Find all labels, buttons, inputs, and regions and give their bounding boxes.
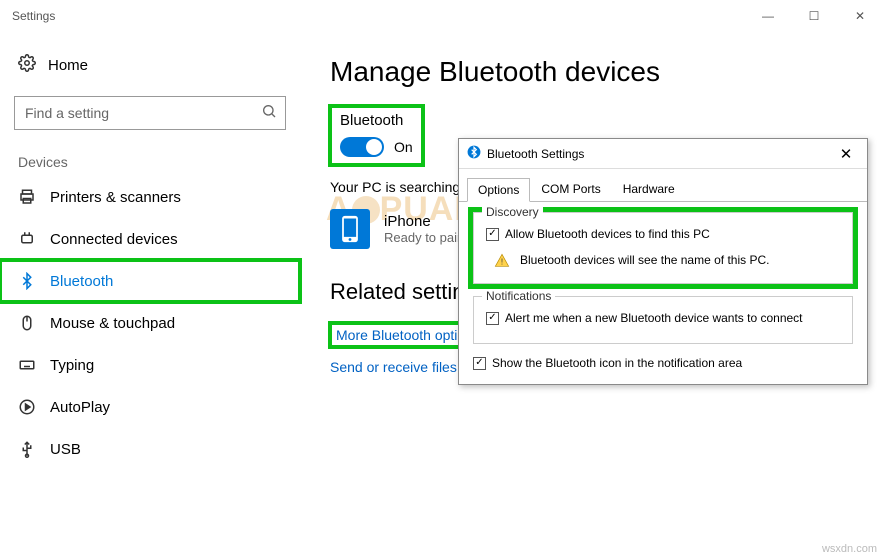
alert-new-device-label: Alert me when a new Bluetooth device wan…	[505, 311, 803, 325]
bluetooth-settings-dialog: Bluetooth Settings ✕ Options COM Ports H…	[458, 138, 868, 385]
search-box[interactable]	[14, 96, 286, 130]
svg-text:!: !	[501, 257, 503, 266]
window-controls: — ☐ ✕	[745, 0, 883, 32]
dialog-tabs: Options COM Ports Hardware	[459, 169, 867, 202]
bluetooth-toggle-group: Bluetooth On	[330, 106, 423, 165]
checkbox-icon: ✓	[486, 312, 499, 325]
notifications-legend: Notifications	[482, 289, 555, 303]
watermark-text: wsxdn.com	[822, 543, 877, 555]
nav-autoplay[interactable]: AutoPlay	[0, 386, 300, 428]
gear-icon	[18, 54, 36, 76]
minimize-button[interactable]: —	[745, 0, 791, 32]
nav-label: Connected devices	[50, 231, 178, 248]
bluetooth-state: On	[394, 139, 413, 155]
nav-connected-devices[interactable]: Connected devices	[0, 218, 300, 260]
home-row[interactable]: Home	[0, 44, 300, 86]
bluetooth-label: Bluetooth	[340, 112, 413, 129]
device-name: iPhone	[384, 213, 461, 230]
nav-label: Printers & scanners	[50, 189, 181, 206]
plug-icon	[18, 230, 36, 248]
nav-label: AutoPlay	[50, 399, 110, 416]
checkbox-icon: ✓	[486, 228, 499, 241]
allow-discovery-checkbox[interactable]: ✓ Allow Bluetooth devices to find this P…	[486, 227, 840, 241]
left-nav: Home Devices Printers & scanners Connect…	[0, 32, 300, 482]
keyboard-icon	[18, 356, 36, 374]
close-button[interactable]: ✕	[837, 0, 883, 32]
usb-icon	[18, 440, 36, 458]
show-tray-icon-label: Show the Bluetooth icon in the notificat…	[492, 356, 742, 370]
page-title: Manage Bluetooth devices	[330, 56, 873, 88]
discovery-warning-text: Bluetooth devices will see the name of t…	[520, 253, 769, 267]
tab-options[interactable]: Options	[467, 178, 530, 202]
tab-hardware[interactable]: Hardware	[612, 177, 686, 201]
show-tray-icon-checkbox[interactable]: ✓ Show the Bluetooth icon in the notific…	[473, 356, 853, 370]
printer-icon	[18, 188, 36, 206]
discovery-group: Discovery ✓ Allow Bluetooth devices to f…	[473, 212, 853, 284]
nav-typing[interactable]: Typing	[0, 344, 300, 386]
bluetooth-toggle[interactable]	[340, 137, 384, 157]
device-status: Ready to pair	[384, 230, 461, 245]
dialog-title: Bluetooth Settings	[487, 147, 584, 161]
window-title: Settings	[12, 9, 55, 23]
nav-printers[interactable]: Printers & scanners	[0, 176, 300, 218]
autoplay-icon	[18, 398, 36, 416]
dialog-close-button[interactable]: ✕	[833, 145, 859, 163]
nav-label: Typing	[50, 357, 94, 374]
search-icon	[261, 103, 277, 124]
allow-discovery-label: Allow Bluetooth devices to find this PC	[505, 227, 710, 241]
discovery-legend: Discovery	[482, 205, 543, 219]
warning-icon: !	[494, 253, 510, 269]
notifications-group: Notifications ✓ Alert me when a new Blue…	[473, 296, 853, 344]
nav-label: Bluetooth	[50, 273, 113, 290]
bluetooth-icon	[18, 272, 36, 290]
dialog-body: Discovery ✓ Allow Bluetooth devices to f…	[459, 202, 867, 384]
nav-mouse-touchpad[interactable]: Mouse & touchpad	[0, 302, 300, 344]
search-input[interactable]	[23, 104, 261, 122]
dialog-titlebar: Bluetooth Settings ✕	[459, 139, 867, 169]
discovery-warning: ! Bluetooth devices will see the name of…	[486, 253, 840, 269]
nav-label: USB	[50, 441, 81, 458]
nav-label: Mouse & touchpad	[50, 315, 175, 332]
alert-new-device-checkbox[interactable]: ✓ Alert me when a new Bluetooth device w…	[486, 311, 840, 325]
checkbox-icon: ✓	[473, 357, 486, 370]
home-label: Home	[48, 57, 88, 74]
nav-bluetooth[interactable]: Bluetooth	[0, 260, 300, 302]
section-label: Devices	[0, 140, 300, 176]
tab-com-ports[interactable]: COM Ports	[530, 177, 611, 201]
mouse-icon	[18, 314, 36, 332]
nav-usb[interactable]: USB	[0, 428, 300, 470]
bluetooth-icon	[467, 145, 481, 162]
maximize-button[interactable]: ☐	[791, 0, 837, 32]
phone-icon	[330, 209, 370, 249]
